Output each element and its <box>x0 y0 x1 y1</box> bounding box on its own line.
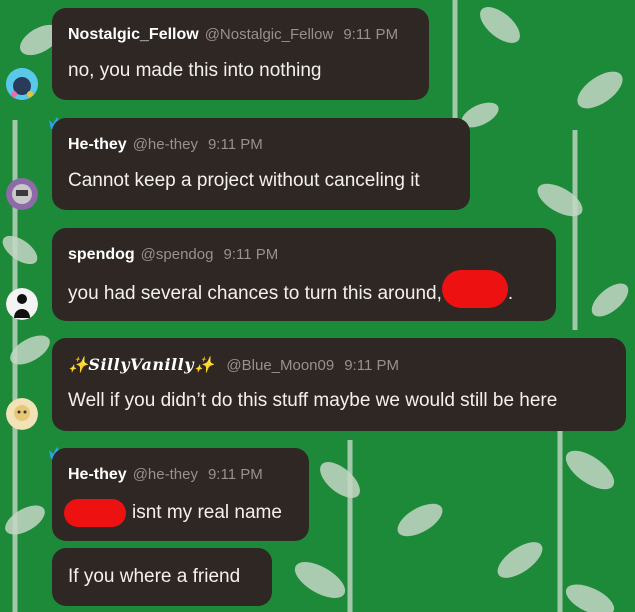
user-handle: @Blue_Moon09 <box>226 357 335 374</box>
message-bubble[interactable]: spendog @spendog 9:11 PM you had several c… <box>52 228 556 321</box>
timestamp: 9:11 PM <box>207 466 263 483</box>
username[interactable]: ✨SillyVanilly✨ <box>68 355 214 374</box>
avatar[interactable] <box>6 68 38 100</box>
message-header: ✨SillyVanilly✨ @Blue_Moon09 9:11 PM <box>68 356 399 375</box>
message-header: spendog @spendog 9:11 PM <box>68 246 278 264</box>
avatar-image <box>6 68 38 100</box>
redaction-mark <box>441 270 508 308</box>
message-bubble[interactable]: He-they @he-they 9:11 PM isnt my real name <box>52 448 309 541</box>
timestamp: 9:11 PM <box>343 26 399 43</box>
avatar[interactable] <box>6 288 38 320</box>
message-text: no, you made this into nothing <box>68 60 322 81</box>
message-bubble[interactable]: ✨SillyVanilly✨ @Blue_Moon09 9:11 PM Well i… <box>52 338 626 431</box>
sparkle-icon: ✨ <box>68 355 89 374</box>
username[interactable]: spendog <box>68 246 135 263</box>
message-header: He-they @he-they 9:11 PM <box>68 466 263 484</box>
user-handle: @he-they <box>132 136 198 153</box>
message-text-part: . <box>507 283 514 305</box>
message-bubble[interactable]: Nostalgic_Fellow @Nostalgic_Fellow 9:11 PM… <box>52 8 429 100</box>
username[interactable]: He-they <box>68 466 127 483</box>
user-handle: @spendog <box>140 246 214 263</box>
message-text: isnt my real name <box>64 499 282 527</box>
avatar[interactable] <box>6 178 38 210</box>
message-text: Cannot keep a project without canceling … <box>68 170 420 191</box>
message-text: you had several chances to turn this aro… <box>68 270 514 308</box>
sparkle-icon: ✨ <box>193 355 215 374</box>
timestamp: 9:11 PM <box>207 136 263 153</box>
avatar-image <box>6 398 38 430</box>
message-text: If you where a friend <box>68 566 241 587</box>
message-bubble[interactable]: He-they @he-they 9:11 PM Cannot keep a pro… <box>52 118 470 210</box>
message-header: He-they @he-they 9:11 PM <box>68 136 263 154</box>
timestamp: 9:11 PM <box>344 357 399 374</box>
message-text: Well if you didn’t do this stuff maybe w… <box>68 390 558 411</box>
message-text-part: you had several chances to turn this aro… <box>68 283 442 305</box>
avatar-image <box>6 178 38 210</box>
username[interactable]: Nostalgic_Fellow <box>68 26 199 43</box>
avatar[interactable] <box>6 398 38 430</box>
timestamp: 9:11 PM <box>223 246 279 263</box>
message-header: Nostalgic_Fellow @Nostalgic_Fellow 9:11 PM <box>68 26 398 44</box>
redaction-mark <box>64 499 126 527</box>
user-handle: @he-they <box>132 466 198 483</box>
message-bubble[interactable]: If you where a friend <box>52 548 272 606</box>
avatar-image <box>6 288 38 320</box>
username-text: SillyVanilly <box>88 355 194 374</box>
user-handle: @Nostalgic_Fellow <box>204 26 334 43</box>
username[interactable]: He-they <box>68 136 127 153</box>
message-text-part: isnt my real name <box>132 502 282 524</box>
